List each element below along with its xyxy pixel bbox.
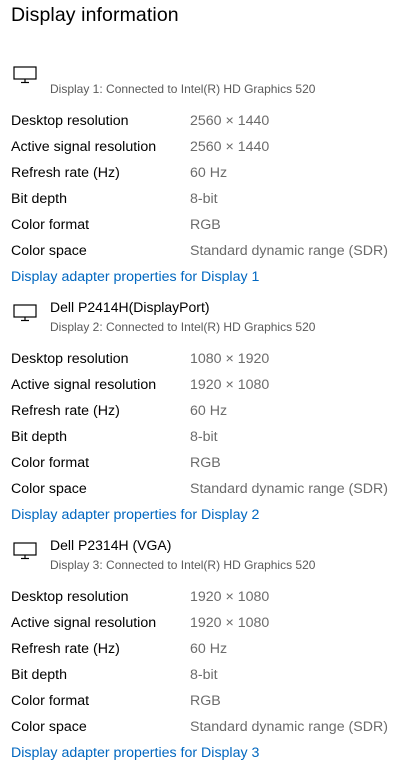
- info-row-refresh-rate: Refresh rate (Hz) 60 Hz: [0, 401, 412, 427]
- adapter-properties-link-display-3[interactable]: Display adapter properties for Display 3: [11, 743, 259, 763]
- info-value: 60 Hz: [190, 165, 228, 181]
- info-row-active-signal-resolution: Active signal resolution 1920 × 1080: [0, 375, 412, 401]
- info-row-desktop-resolution: Desktop resolution 1080 × 1920: [0, 349, 412, 375]
- info-row-color-space: Color space Standard dynamic range (SDR): [0, 241, 412, 267]
- info-row-color-format: Color format RGB: [0, 215, 412, 241]
- info-row-active-signal-resolution: Active signal resolution 1920 × 1080: [0, 613, 412, 639]
- monitor-icon: [13, 66, 37, 84]
- info-row-desktop-resolution: Desktop resolution 2560 × 1440: [0, 111, 412, 137]
- monitor-icon: [13, 304, 37, 322]
- info-value: 8-bit: [190, 667, 218, 683]
- info-value: 1920 × 1080: [190, 589, 270, 605]
- info-label: Bit depth: [11, 667, 68, 683]
- info-label: Active signal resolution: [11, 139, 157, 155]
- info-row-color-space: Color space Standard dynamic range (SDR): [0, 717, 412, 743]
- info-row-bit-depth: Bit depth 8-bit: [0, 665, 412, 691]
- info-label: Color format: [11, 217, 90, 233]
- info-label: Desktop resolution: [11, 113, 129, 129]
- info-value: Standard dynamic range (SDR): [190, 243, 388, 259]
- info-value: 60 Hz: [190, 403, 228, 419]
- info-label: Bit depth: [11, 429, 68, 445]
- page-title: Display information: [11, 4, 179, 26]
- info-value: 2560 × 1440: [190, 113, 270, 129]
- info-value: 1920 × 1080: [190, 615, 270, 631]
- info-row-refresh-rate: Refresh rate (Hz) 60 Hz: [0, 639, 412, 665]
- display-connection: Display 2: Connected to Intel(R) HD Grap…: [50, 320, 316, 334]
- info-label: Color space: [11, 719, 87, 735]
- display-name: Dell P2314H (VGA): [50, 537, 172, 553]
- info-label: Desktop resolution: [11, 351, 129, 367]
- adapter-properties-link-display-1[interactable]: Display adapter properties for Display 1: [11, 267, 259, 287]
- info-label: Refresh rate (Hz): [11, 165, 120, 181]
- info-label: Color space: [11, 481, 87, 497]
- info-value: RGB: [190, 217, 221, 233]
- info-label: Color format: [11, 693, 90, 709]
- info-row-active-signal-resolution: Active signal resolution 2560 × 1440: [0, 137, 412, 163]
- info-value: 2560 × 1440: [190, 139, 270, 155]
- info-row-bit-depth: Bit depth 8-bit: [0, 427, 412, 453]
- info-label: Refresh rate (Hz): [11, 641, 120, 657]
- adapter-properties-link-display-2[interactable]: Display adapter properties for Display 2: [11, 505, 259, 525]
- info-row-bit-depth: Bit depth 8-bit: [0, 189, 412, 215]
- info-row-color-format: Color format RGB: [0, 453, 412, 479]
- info-label: Color space: [11, 243, 87, 259]
- info-label: Desktop resolution: [11, 589, 129, 605]
- info-label: Refresh rate (Hz): [11, 403, 120, 419]
- info-value: 8-bit: [190, 429, 218, 445]
- info-row-refresh-rate: Refresh rate (Hz) 60 Hz: [0, 163, 412, 189]
- info-value: 1080 × 1920: [190, 351, 270, 367]
- info-label: Active signal resolution: [11, 377, 157, 393]
- monitor-icon: [13, 542, 37, 560]
- display-connection: Display 3: Connected to Intel(R) HD Grap…: [50, 558, 316, 572]
- info-label: Active signal resolution: [11, 615, 157, 631]
- info-row-color-space: Color space Standard dynamic range (SDR): [0, 479, 412, 505]
- info-label: Bit depth: [11, 191, 68, 207]
- info-value: 60 Hz: [190, 641, 228, 657]
- info-value: RGB: [190, 455, 221, 471]
- info-value: RGB: [190, 693, 221, 709]
- info-value: 8-bit: [190, 191, 218, 207]
- info-value: Standard dynamic range (SDR): [190, 719, 388, 735]
- info-label: Color format: [11, 455, 90, 471]
- info-row-color-format: Color format RGB: [0, 691, 412, 717]
- info-value: Standard dynamic range (SDR): [190, 481, 388, 497]
- display-connection: Display 1: Connected to Intel(R) HD Grap…: [50, 82, 316, 96]
- display-name: Dell P2414H(DisplayPort): [50, 299, 210, 315]
- info-value: 1920 × 1080: [190, 377, 270, 393]
- info-row-desktop-resolution: Desktop resolution 1920 × 1080: [0, 587, 412, 613]
